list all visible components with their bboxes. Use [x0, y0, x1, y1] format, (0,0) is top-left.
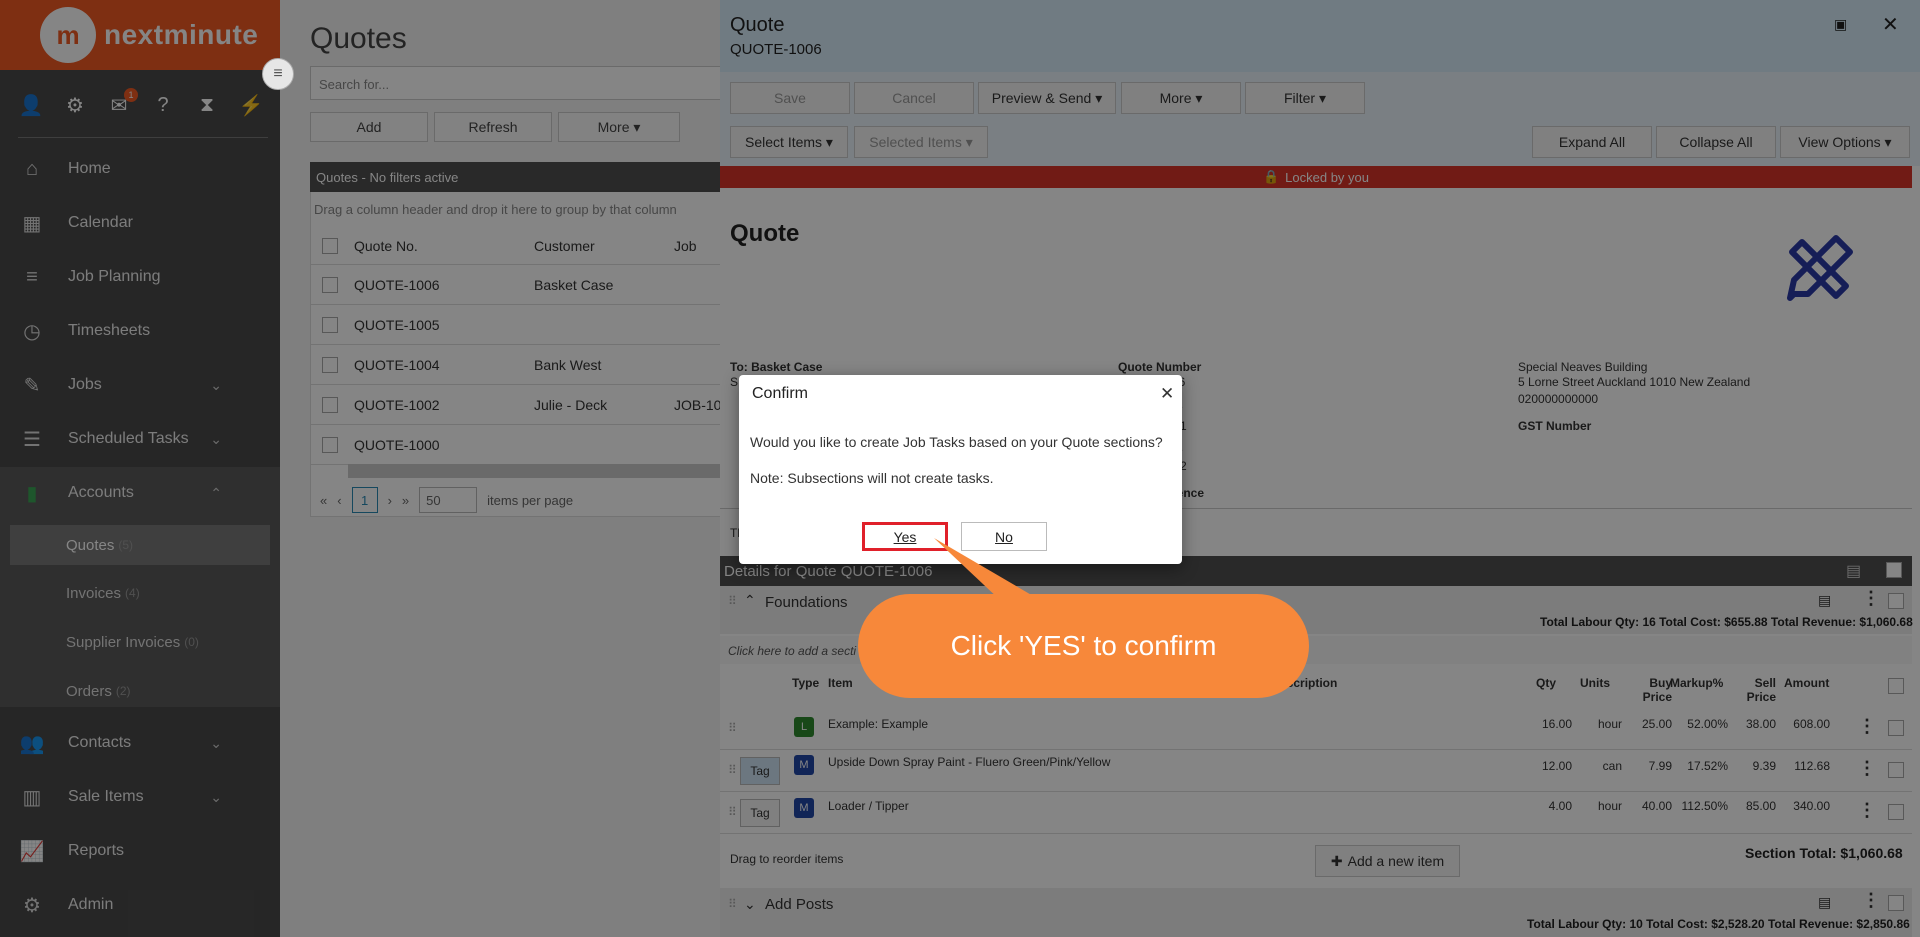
dialog-note: Note: Subsections will not create tasks.: [750, 470, 994, 486]
no-button[interactable]: No: [961, 522, 1047, 551]
sidebar-collapse-button[interactable]: ≡: [262, 58, 294, 90]
yes-button[interactable]: Yes: [862, 522, 948, 551]
dialog-title: Confirm: [752, 385, 809, 402]
dialog-question: Would you like to create Job Tasks based…: [750, 434, 1163, 450]
close-icon[interactable]: ✕: [1160, 384, 1174, 404]
hamburger-icon: ≡: [273, 65, 283, 82]
instruction-callout: Click 'YES' to confirm: [858, 594, 1309, 698]
